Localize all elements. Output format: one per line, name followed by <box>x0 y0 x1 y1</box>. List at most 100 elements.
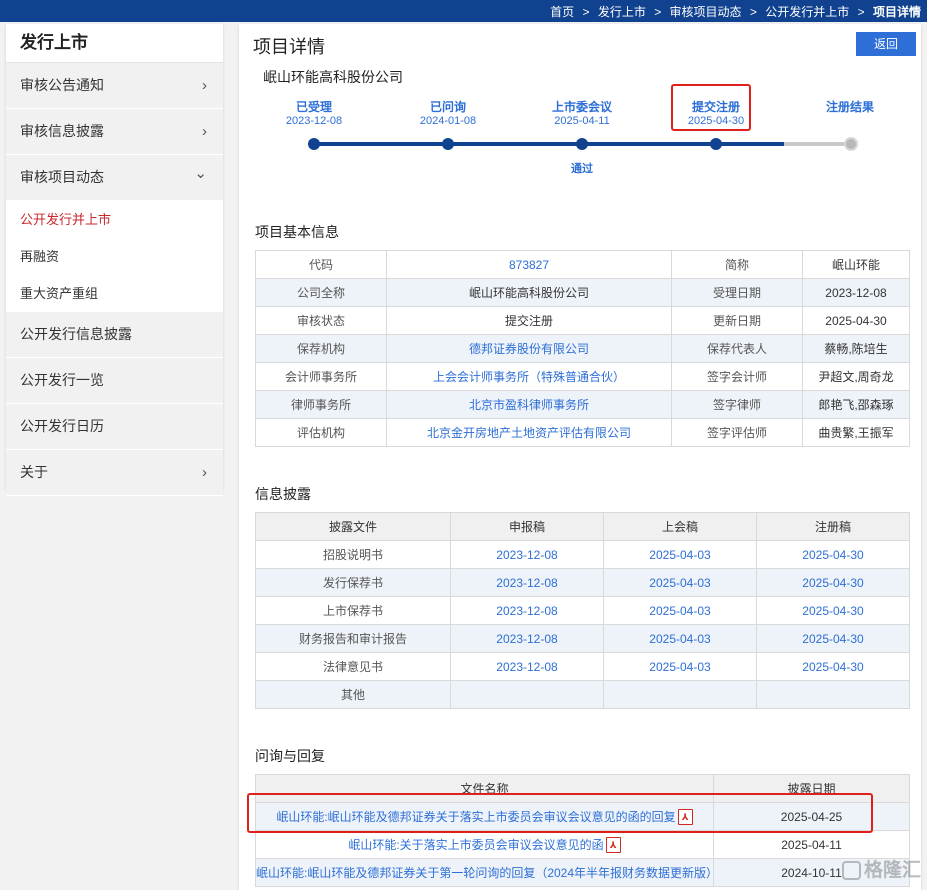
main-panel: 项目详情 返回 岷山环能高科股份公司 已受理 2023-12-08 已问询 20… <box>239 24 921 890</box>
date-link[interactable]: 2025-04-03 <box>603 652 757 681</box>
date-link[interactable]: 2023-12-08 <box>450 596 604 625</box>
table-row: 岷山环能:岷山环能及德邦证券关于第一轮问询的回复（2024年半年报财务数据更新版… <box>255 858 910 887</box>
link-cell[interactable]: 北京市盈科律师事务所 <box>386 390 672 419</box>
top-nav-bar: 首页 > 发行上市 > 审核项目动态 > 公开发行并上市 > 项目详情 <box>0 0 927 22</box>
date-link[interactable]: 2025-04-30 <box>756 596 910 625</box>
sidebar-item-label: 公开发行信息披露 <box>20 326 132 342</box>
table-cell: 岷山环能高科股份公司 <box>386 278 672 307</box>
table-row: 招股说明书 2023-12-08 2025-04-03 2025-04-30 <box>255 540 910 569</box>
row-label: 律师事务所 <box>255 390 387 419</box>
basic-info-title: 项目基本信息 <box>255 224 339 240</box>
step-dot <box>442 138 454 150</box>
back-button[interactable]: 返回 <box>856 32 916 56</box>
sidebar-item-issue-list[interactable]: 公开发行一览 <box>6 358 223 404</box>
row-label: 公司全称 <box>255 278 387 307</box>
column-header: 申报稿 <box>450 512 604 541</box>
step-date: 2024-01-08 <box>419 115 477 127</box>
step-dot <box>844 137 858 151</box>
date-link[interactable]: 2025-04-03 <box>603 596 757 625</box>
row-label: 会计师事务所 <box>255 362 387 391</box>
row-label: 代码 <box>255 250 387 279</box>
basic-info-table: 代码 873827 简称 岷山环能 公司全称 岷山环能高科股份公司 受理日期 2023-12-… <box>255 250 910 447</box>
row-label: 招股说明书 <box>255 540 451 569</box>
row-label: 简称 <box>671 250 803 279</box>
table-cell: 曲贵繁,王振军 <box>802 418 910 447</box>
breadcrumb-review-dynamics[interactable]: 审核项目动态 <box>670 5 742 19</box>
sidebar-item-label: 审核项目动态 <box>20 169 104 185</box>
sidebar-item-issue-calendar[interactable]: 公开发行日历 <box>6 404 223 450</box>
link-cell[interactable]: 上会会计师事务所（特殊普通合伙） <box>386 362 672 391</box>
date-link[interactable]: 2025-04-30 <box>756 652 910 681</box>
link-cell[interactable]: 德邦证券股份有限公司 <box>386 334 672 363</box>
sidebar-subitem-public-issue[interactable]: 公开发行并上市 <box>6 201 223 238</box>
breadcrumb: 首页 > 发行上市 > 审核项目动态 > 公开发行并上市 > 项目详情 <box>545 3 921 20</box>
date-link[interactable]: 2023-12-08 <box>450 652 604 681</box>
sidebar: 发行上市 审核公告通知 › 审核信息披露 › 审核项目动态 ⌄ 公开发行并上市 … <box>6 24 223 496</box>
table-cell: 2023-12-08 <box>802 278 910 307</box>
date-link <box>450 680 604 709</box>
table-row: 其他 <box>255 680 910 709</box>
row-label: 法律意见书 <box>255 652 451 681</box>
date-link[interactable]: 2025-04-30 <box>756 568 910 597</box>
sidebar-subitem-restructuring[interactable]: 重大资产重组 <box>6 275 223 312</box>
date-link[interactable]: 2025-04-03 <box>603 624 757 653</box>
page-title: 项目详情 <box>253 37 325 57</box>
date-link[interactable]: 2025-04-03 <box>603 540 757 569</box>
date-link <box>756 680 910 709</box>
row-label: 签字评估师 <box>671 418 803 447</box>
sidebar-item-label: 公开发行一览 <box>20 372 104 388</box>
table-row: 上市保荐书 2023-12-08 2025-04-03 2025-04-30 <box>255 596 910 625</box>
table-row: 审核状态 提交注册 更新日期 2025-04-30 <box>255 306 910 335</box>
date-link[interactable]: 2023-12-08 <box>450 624 604 653</box>
date-link[interactable]: 2025-04-30 <box>756 624 910 653</box>
step-label: 注册结果 <box>825 100 874 114</box>
sidebar-item-about[interactable]: 关于 › <box>6 450 223 496</box>
disclosure-table: 披露文件 申报稿 上会稿 注册稿 招股说明书 2023-12-08 2025-04-… <box>255 512 910 709</box>
table-cell: 2025-04-30 <box>802 306 910 335</box>
row-label: 其他 <box>255 680 451 709</box>
column-header: 披露文件 <box>255 512 451 541</box>
date-link[interactable]: 2025-04-03 <box>603 568 757 597</box>
date-link[interactable]: 2025-04-30 <box>756 540 910 569</box>
table-row: 公司全称 岷山环能高科股份公司 受理日期 2023-12-08 <box>255 278 910 307</box>
qa-title: 问询与回复 <box>255 748 325 764</box>
row-label: 发行保荐书 <box>255 568 451 597</box>
link-cell[interactable]: 北京金开房地产土地资产评估有限公司 <box>386 418 672 447</box>
breadcrumb-sep: > <box>654 5 662 19</box>
breadcrumb-home[interactable]: 首页 <box>550 5 574 19</box>
file-link[interactable]: 岷山环能:关于落实上市委员会审议会议意见的函 <box>348 838 603 852</box>
breadcrumb-public-issue[interactable]: 公开发行并上市 <box>765 5 849 19</box>
step-label: 已受理 <box>295 100 332 114</box>
disclosure-title: 信息披露 <box>255 486 311 502</box>
sidebar-item-review-dynamics[interactable]: 审核项目动态 ⌄ <box>6 155 223 201</box>
step-note: 通过 <box>571 163 593 175</box>
highlight-box <box>671 84 751 131</box>
sidebar-item-review-notices[interactable]: 审核公告通知 › <box>6 63 223 109</box>
chevron-right-icon: › <box>202 464 207 481</box>
table-cell: 郎艳飞,邵森琢 <box>802 390 910 419</box>
file-link[interactable]: 岷山环能:岷山环能及德邦证券关于第一轮问询的回复（2024年半年报财务数据更新版… <box>257 866 713 880</box>
table-row: 保荐机构 德邦证券股份有限公司 保荐代表人 蔡畅,陈培生 <box>255 334 910 363</box>
sidebar-item-issue-disclosure[interactable]: 公开发行信息披露 <box>6 312 223 358</box>
table-row: 律师事务所 北京市盈科律师事务所 签字律师 郎艳飞,邵森琢 <box>255 390 910 419</box>
row-label: 签字律师 <box>671 390 803 419</box>
table-row: 会计师事务所 上会会计师事务所（特殊普通合伙） 签字会计师 尹超文,周奇龙 <box>255 362 910 391</box>
row-label: 受理日期 <box>671 278 803 307</box>
row-label: 保荐机构 <box>255 334 387 363</box>
progress-steps: 已受理 2023-12-08 已问询 2024-01-08 上市委会议 2025… <box>239 96 921 186</box>
table-row: 代码 873827 简称 岷山环能 <box>255 250 910 279</box>
pdf-icon[interactable]: ⅄ <box>605 837 621 854</box>
file-link-cell: 岷山环能:关于落实上市委员会审议会议意见的函 ⅄ <box>255 830 714 859</box>
breadcrumb-listing[interactable]: 发行上市 <box>598 5 646 19</box>
sidebar-subitem-refinancing[interactable]: 再融资 <box>6 238 223 275</box>
file-link-cell: 岷山环能:岷山环能及德邦证券关于第一轮问询的回复（2024年半年报财务数据更新版… <box>255 858 714 887</box>
step-label: 已问询 <box>429 100 466 114</box>
highlight-box <box>247 793 873 833</box>
date-link[interactable]: 2023-12-08 <box>450 540 604 569</box>
sidebar-item-review-disclosure[interactable]: 审核信息披露 › <box>6 109 223 155</box>
date-link[interactable]: 2023-12-08 <box>450 568 604 597</box>
breadcrumb-sep: > <box>857 5 865 19</box>
chevron-right-icon: › <box>202 77 207 94</box>
step-dot <box>308 138 320 150</box>
link-cell[interactable]: 873827 <box>386 250 672 279</box>
